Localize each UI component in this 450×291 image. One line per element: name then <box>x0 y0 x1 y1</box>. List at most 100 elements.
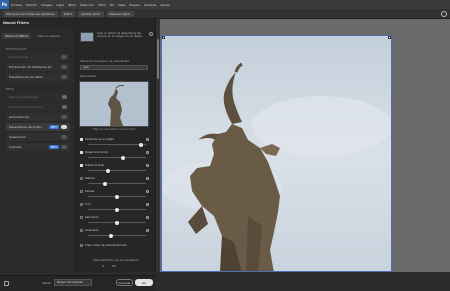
slider-focal-distance[interactable] <box>88 168 146 173</box>
toggle-icon[interactable] <box>61 145 67 149</box>
info-icon[interactable] <box>146 176 149 180</box>
prop-focal-distance[interactable]: Distancia focal <box>80 163 150 167</box>
gear-icon[interactable] <box>149 32 153 36</box>
filter-item-colorize[interactable]: Colorear BETA <box>6 143 70 151</box>
filter-item-harmonization[interactable]: Armonización <box>6 113 70 121</box>
filter-item-style-transfer-beta[interactable]: Transferencia de estilo <box>6 103 70 111</box>
checkbox[interactable] <box>80 137 83 141</box>
feedback-answers: Sí No <box>102 265 116 268</box>
slider-haze[interactable] <box>88 181 146 186</box>
menu-filter[interactable]: Filtro <box>96 3 107 7</box>
menu-3d[interactable]: 3D <box>108 3 116 7</box>
prop-saturation[interactable]: Saturación <box>80 215 150 219</box>
filter-item-superzoom[interactable]: Superzoom <box>6 133 70 141</box>
menu-bar: Ps Archivo Edición Imagen Capa Texto Sel… <box>0 0 450 9</box>
focal-location-label: Ubicación del espacio de profundidad <box>80 60 129 63</box>
thumbs-up-answer[interactable]: Sí <box>102 265 104 268</box>
option-field-4[interactable]: Rellenar pant. <box>106 10 134 17</box>
toggle-icon[interactable] <box>61 115 67 119</box>
filter-list: Todos los filtros Lista de espera DESTAC… <box>0 27 74 272</box>
menu-plugins[interactable]: Plugins <box>127 3 142 7</box>
checkbox[interactable] <box>80 163 83 167</box>
slider-knob[interactable] <box>120 155 125 160</box>
ok-button[interactable]: OK <box>135 279 153 286</box>
filter-item-style-transfer[interactable]: Transferencia de estilo <box>6 73 70 81</box>
info-icon[interactable] <box>146 189 149 193</box>
menu-layer[interactable]: Capa <box>54 3 66 7</box>
toggle-icon[interactable] <box>61 75 67 79</box>
slider-blur-background[interactable] <box>88 155 146 160</box>
filter-item-jpeg-artifacts[interactable]: Eliminación de artefactos JP... <box>6 63 70 71</box>
info-icon[interactable] <box>146 228 149 232</box>
filter-item-smart-portrait[interactable]: Retoque inteligente <box>6 93 70 101</box>
option-field-1[interactable]: Ubicación en todas las ventanas <box>3 10 58 17</box>
checkbox[interactable] <box>80 189 83 193</box>
info-icon[interactable] <box>146 202 149 206</box>
menu-select[interactable]: Selección <box>78 3 96 7</box>
prop-label: Distancia focal <box>85 163 105 167</box>
layer-preview-icon[interactable] <box>4 281 9 286</box>
selection-handle[interactable] <box>388 36 391 39</box>
prop-haze[interactable]: Neblina <box>80 176 150 180</box>
menu-view[interactable]: Vista <box>116 3 127 7</box>
prop-tint[interactable]: Tono <box>80 202 150 206</box>
toggle-icon[interactable] <box>61 125 67 129</box>
prop-blur-background[interactable]: Desenfocar fondo <box>80 150 150 154</box>
output-select[interactable]: Nuevo documento <box>54 279 92 286</box>
option-field-2[interactable]: 100% <box>60 10 76 17</box>
slider-grain[interactable] <box>88 233 146 238</box>
info-icon[interactable] <box>146 215 149 219</box>
slider-warmth[interactable] <box>88 194 146 199</box>
checkbox[interactable] <box>80 176 83 180</box>
checkbox[interactable] <box>80 243 83 247</box>
toggle-icon[interactable] <box>61 135 67 139</box>
toggle-icon[interactable] <box>61 65 67 69</box>
cancel-button[interactable]: Cancelar <box>116 279 133 286</box>
slider-knob[interactable] <box>109 233 114 238</box>
menu-file[interactable]: Archivo <box>9 3 24 7</box>
focal-point-preview[interactable] <box>79 81 149 127</box>
section-heading-featured: DESTACADOS <box>6 47 28 51</box>
prop-focus-subject[interactable]: Centrarse en el objeto <box>80 137 150 141</box>
info-icon[interactable] <box>146 163 149 167</box>
filter-item-label: Retoque inteligente <box>9 95 39 99</box>
scrollbar-thumb[interactable] <box>157 39 159 79</box>
prop-depth-map-only[interactable]: Crear mapa de profundidad solo <box>80 243 150 247</box>
checkbox[interactable] <box>80 215 83 219</box>
slider-knob[interactable] <box>103 181 108 186</box>
menu-edit[interactable]: Edición <box>24 3 39 7</box>
checkbox[interactable] <box>80 202 83 206</box>
slider-knob[interactable] <box>106 168 111 173</box>
filter-item-depth-blur[interactable]: Desenfoque de profu... BETA <box>6 123 70 131</box>
menu-text[interactable]: Texto <box>66 3 78 7</box>
option-field-3[interactable]: Ajustar pant. <box>78 10 104 17</box>
slider-focus-subject[interactable] <box>88 142 146 147</box>
filter-item-label: Superzoom <box>9 135 26 139</box>
tab-all-filters[interactable]: Todos los filtros <box>2 33 32 39</box>
filter-item-skin-smoothing[interactable]: Suavizar piel <box>6 53 70 61</box>
slider-knob[interactable] <box>139 142 144 147</box>
slider-knob[interactable] <box>115 220 119 225</box>
statue-photo[interactable] <box>161 35 392 272</box>
tab-wait-list[interactable]: Lista de espera <box>34 33 63 39</box>
slider-saturation[interactable] <box>88 220 146 225</box>
info-icon[interactable] <box>146 150 149 154</box>
thumbs-down-answer[interactable]: No <box>112 265 116 268</box>
focal-location-select[interactable]: Auto <box>80 65 148 70</box>
checkbox[interactable] <box>80 150 83 154</box>
prop-label: Desenfocar fondo <box>85 150 108 154</box>
search-icon[interactable] <box>441 10 447 17</box>
document-canvas[interactable] <box>160 19 450 272</box>
info-icon[interactable] <box>146 137 149 141</box>
prop-warmth[interactable]: Calidez <box>80 189 150 193</box>
slider-knob[interactable] <box>115 194 119 199</box>
menu-window[interactable]: Ventana <box>142 3 158 7</box>
slider-knob[interactable] <box>115 207 119 212</box>
toggle-icon[interactable] <box>61 55 67 59</box>
menu-image[interactable]: Imagen <box>39 3 54 7</box>
prop-grain[interactable]: Granulado <box>80 228 150 232</box>
selection-handle[interactable] <box>162 36 165 39</box>
slider-tint[interactable] <box>88 207 146 212</box>
checkbox[interactable] <box>80 228 83 232</box>
menu-help[interactable]: Ayuda <box>158 3 171 7</box>
